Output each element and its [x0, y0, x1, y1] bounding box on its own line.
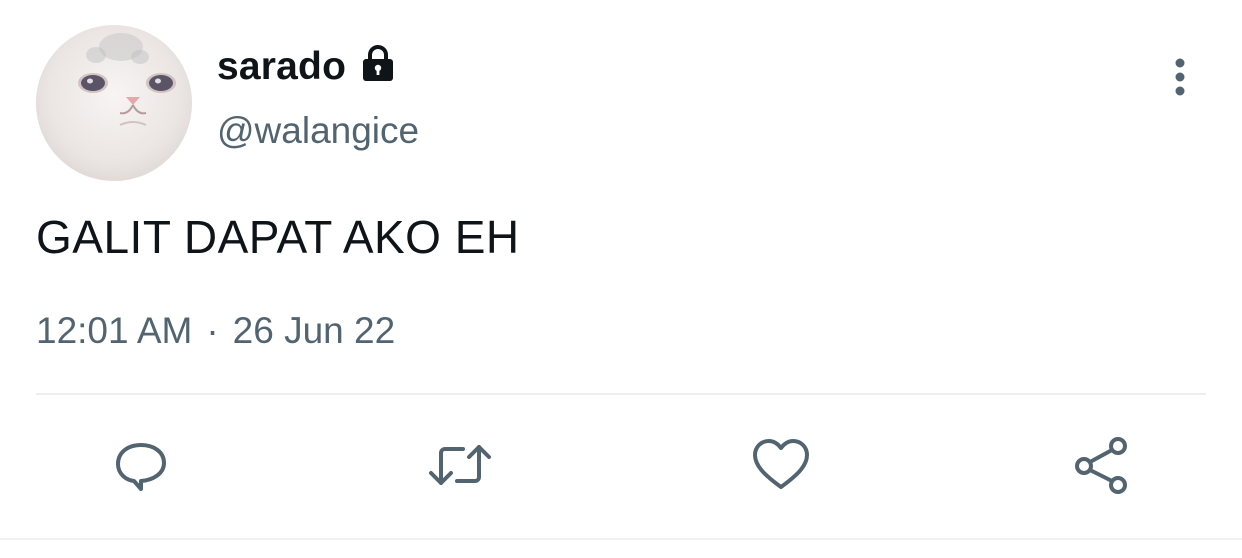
- bottom-divider: [0, 538, 1242, 540]
- timestamp-separator: ·: [206, 310, 219, 351]
- reply-button[interactable]: [106, 430, 176, 500]
- tweet-text: GALIT DAPAT AKO EH: [36, 211, 520, 263]
- more-options-button[interactable]: [1160, 52, 1200, 102]
- timestamp[interactable]: 12:01 AM · 26 Jun 22: [36, 310, 395, 352]
- user-handle[interactable]: @walangice: [217, 110, 419, 152]
- tweet-time: 12:01 AM: [36, 310, 193, 351]
- lock-icon: [358, 43, 398, 83]
- share-button[interactable]: [1066, 430, 1136, 500]
- reply-icon: [116, 443, 166, 491]
- tweet-card: sarado @walangice GALIT DAPAT AKO EH 12:…: [0, 0, 1242, 558]
- more-vertical-icon: [1175, 58, 1185, 96]
- avatar[interactable]: [36, 25, 192, 181]
- action-bar: [0, 430, 1242, 500]
- like-button[interactable]: [746, 430, 816, 500]
- heart-icon: [753, 439, 809, 489]
- tweet-date: 26 Jun 22: [232, 310, 396, 351]
- share-icon: [1075, 437, 1127, 494]
- divider: [36, 393, 1206, 395]
- display-name-row: sarado: [217, 40, 398, 94]
- display-name[interactable]: sarado: [217, 45, 346, 89]
- retweet-icon: [429, 445, 491, 485]
- retweet-button[interactable]: [425, 430, 495, 500]
